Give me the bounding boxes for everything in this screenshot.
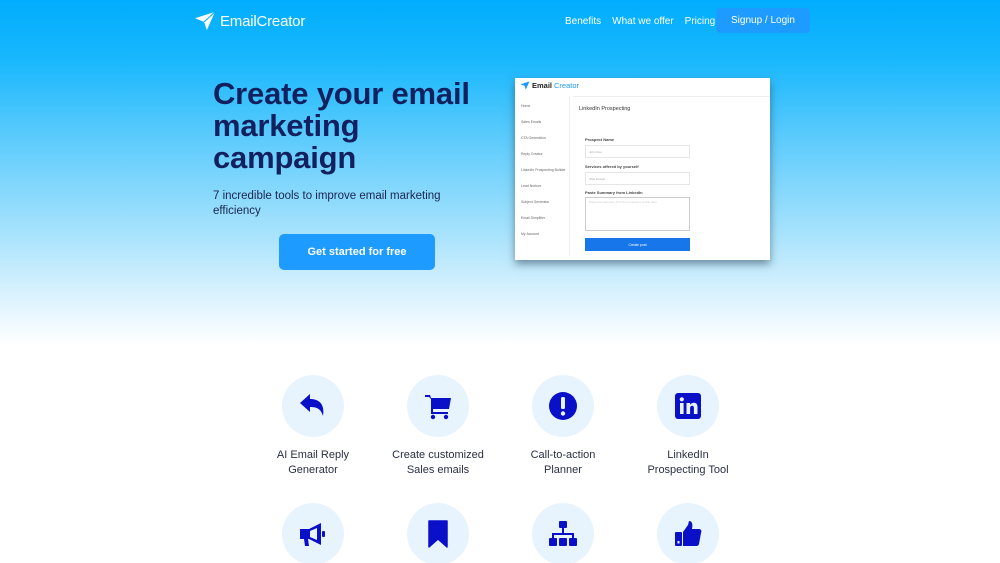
mockup-sidebar-item[interactable]: Home: [521, 104, 530, 108]
mockup-field-label: Paste Summary from LinkedIn: [585, 190, 643, 195]
paper-plane-icon: [195, 11, 216, 31]
feature-label-line: Sales emails: [406, 464, 470, 476]
feature-icon-circle: [407, 375, 469, 437]
mockup-prospect-name-input[interactable]: John Doe: [585, 145, 690, 158]
mockup-logo: Email Creator: [520, 81, 579, 90]
feature-icon-circle: [657, 503, 719, 563]
brand-name: EmailCreator: [220, 12, 306, 30]
feature-icon-circle: [532, 503, 594, 563]
mockup-sidebar-item[interactable]: Subject Generator: [521, 200, 549, 204]
sitemap-icon: [549, 521, 577, 546]
mockup-sidebar: Home Sales Emails CTA Generation Reply C…: [515, 96, 570, 256]
feature-icon-circle: [282, 375, 344, 437]
feature-label-line: Prospecting Tool: [647, 464, 729, 476]
megaphone-icon: [300, 523, 325, 546]
feature-bookmark[interactable]: [373, 503, 503, 563]
linkedin-icon: [675, 393, 701, 419]
divider: [573, 96, 770, 97]
nav-link-pricing[interactable]: Pricing: [685, 16, 716, 27]
paper-plane-icon: [520, 81, 530, 90]
mockup-services-input[interactable]: Web Design: [585, 172, 690, 185]
feature-label: LinkedIn Prospecting Tool: [623, 448, 753, 478]
hero-title: Create your email marketing campaign: [213, 78, 513, 174]
feature-ai-reply[interactable]: AI Email Reply Generator: [248, 375, 378, 478]
feature-icon-circle: [657, 375, 719, 437]
feature-thumbs-up[interactable]: [623, 503, 753, 563]
signup-login-button[interactable]: Signup / Login: [716, 8, 810, 33]
mockup-sidebar-item[interactable]: LinkedIn Prospecting Builder: [521, 168, 566, 172]
feature-sitemap[interactable]: [498, 503, 628, 563]
mockup-sidebar-item[interactable]: Reply Creator: [521, 152, 543, 156]
hero-title-line: campaign: [213, 140, 357, 175]
mockup-field-label: Prospect Name: [585, 137, 615, 142]
hero-title-line: marketing: [213, 108, 360, 143]
mockup-create-post-button[interactable]: Create post: [585, 238, 690, 251]
mockup-brand-a: Email: [532, 81, 553, 90]
mockup-sidebar-item[interactable]: My Account: [521, 232, 539, 236]
feature-linkedin-prospecting[interactable]: LinkedIn Prospecting Tool: [623, 375, 753, 478]
feature-label-line: LinkedIn: [667, 449, 709, 461]
feature-label: Create customized Sales emails: [373, 448, 503, 478]
hero-subtitle: 7 incredible tools to improve email mark…: [213, 190, 441, 217]
nav-links: Benefits What we offer Pricing: [565, 8, 726, 34]
mockup-field-label: Services offered by yourself: [585, 164, 639, 169]
mockup-brand-b: Creator: [554, 81, 580, 90]
feature-label-line: AI Email Reply: [276, 449, 350, 461]
feature-icon-circle: [407, 503, 469, 563]
app-screenshot-mockup: Email Creator Home Sales Emails CTA Gener…: [515, 78, 770, 260]
feature-icon-circle: [532, 375, 594, 437]
feature-label-line: Generator: [288, 464, 338, 476]
nav-link-what-we-offer[interactable]: What we offer: [612, 16, 674, 27]
bookmark-icon: [428, 520, 448, 548]
feature-label-line: Create customized: [392, 449, 484, 461]
mockup-sidebar-item[interactable]: Email Simplifier: [521, 216, 545, 220]
nav-link-benefits[interactable]: Benefits: [565, 16, 601, 27]
feature-label: Call-to-action Planner: [498, 448, 628, 478]
thumbs-up-icon: [675, 521, 702, 546]
feature-label: AI Email Reply Generator: [248, 448, 378, 478]
feature-label-line: Call-to-action: [530, 449, 596, 461]
feature-sales-emails[interactable]: Create customized Sales emails: [373, 375, 503, 478]
cart-icon: [425, 395, 451, 420]
mockup-page-title: LinkedIn Prospecting: [579, 106, 631, 112]
feature-cta-planner[interactable]: Call-to-action Planner: [498, 375, 628, 478]
mockup-sidebar-item[interactable]: Sales Emails: [521, 120, 541, 124]
feature-megaphone[interactable]: [248, 503, 378, 563]
reply-icon: [300, 394, 324, 416]
mockup-sidebar-item[interactable]: Lead Nurture: [521, 184, 541, 188]
brand-logo[interactable]: EmailCreator: [194, 10, 305, 32]
hero-title-line: Create your email: [213, 76, 470, 111]
exclamation-icon: [549, 392, 577, 420]
feature-icon-circle: [282, 503, 344, 563]
get-started-button[interactable]: Get started for free: [279, 234, 435, 270]
mockup-sidebar-item[interactable]: CTA Generation: [521, 136, 546, 140]
mockup-summary-textarea[interactable]: Paste the summary from the prospect's pr…: [585, 197, 690, 231]
feature-label-line: Planner: [544, 464, 582, 476]
